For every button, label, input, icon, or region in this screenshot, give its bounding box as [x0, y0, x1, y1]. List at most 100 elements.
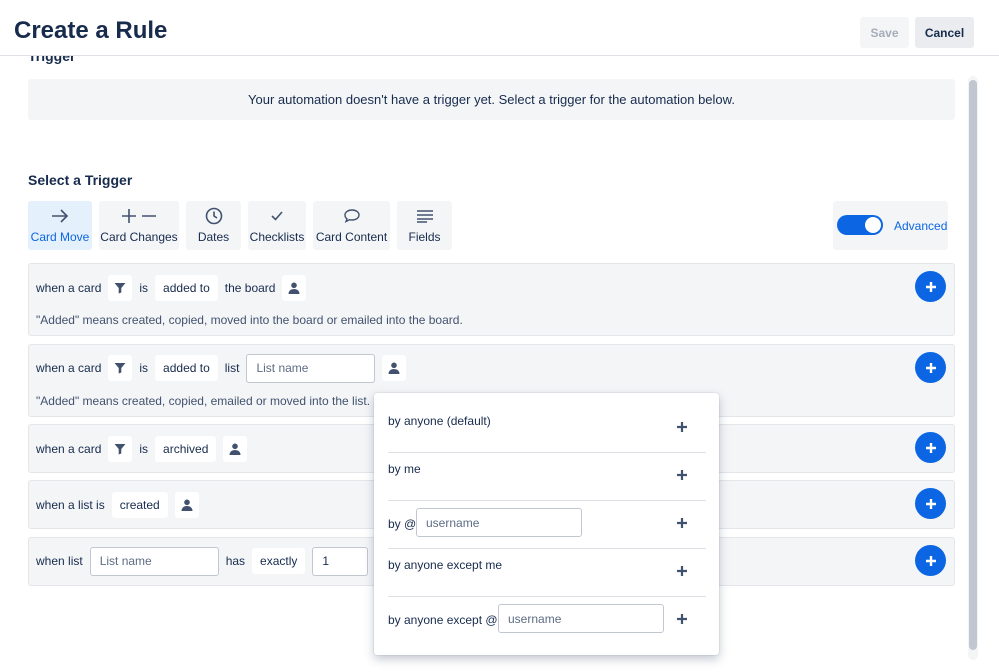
row-description: "Added" means created, copied, moved int… [36, 313, 463, 327]
tab-card-changes[interactable]: Card Changes [99, 201, 179, 250]
filter-icon [114, 283, 126, 294]
user-filter-button[interactable] [174, 492, 199, 518]
popover-option-me[interactable]: by me [388, 453, 706, 500]
row-text: list [224, 361, 240, 375]
filter-icon [114, 363, 126, 374]
action-select[interactable]: created [111, 492, 168, 518]
plus-icon [925, 498, 936, 509]
tab-fields[interactable]: Fields [397, 201, 452, 250]
row-text: has [225, 554, 246, 568]
filter-button[interactable] [108, 436, 133, 462]
add-trigger-button[interactable] [915, 271, 946, 302]
row-text: when a list is [36, 498, 105, 512]
tab-label: Fields [408, 230, 441, 244]
operator-select[interactable]: exactly [252, 548, 306, 574]
add-trigger-button[interactable] [915, 545, 946, 576]
user-filter-button[interactable] [223, 436, 248, 462]
rule-editor-content: Trigger Your automation doesn't have a t… [0, 56, 999, 672]
save-button[interactable]: Save [860, 17, 909, 48]
option-label: by @ [388, 517, 417, 531]
option-label: by anyone except me [388, 558, 503, 572]
trigger-notice: Your automation doesn't have a trigger y… [28, 79, 955, 120]
action-select[interactable]: added to [155, 355, 218, 381]
tab-label: Card Move [30, 230, 90, 244]
person-icon [388, 362, 400, 374]
app-window: Create a Rule Save Cancel Trigger Your a… [0, 0, 999, 672]
user-filter-popover: by anyone (default) by me by @ username … [374, 393, 719, 655]
option-label: by anyone (default) [388, 414, 491, 428]
row-controls: when a card is added to list List name [36, 353, 413, 383]
username-input[interactable]: username [416, 508, 582, 537]
checkmark-icon [270, 207, 284, 225]
tab-label: Checklists [249, 230, 305, 244]
action-select[interactable]: archived [155, 436, 217, 462]
add-trigger-button[interactable] [915, 488, 946, 519]
advanced-toggle-panel: Advanced [833, 201, 948, 250]
tab-checklists[interactable]: Checklists [248, 201, 306, 250]
row-text: is [139, 442, 149, 456]
count-input[interactable]: 1 [312, 546, 369, 576]
plus-icon[interactable] [676, 613, 688, 625]
person-icon [181, 499, 193, 511]
row-text: when list [36, 554, 83, 568]
header: Create a Rule Save Cancel [0, 0, 999, 56]
row-text: is [139, 281, 149, 295]
row-controls: when a list is created [36, 492, 206, 518]
list-name-input[interactable]: List name [246, 353, 376, 383]
cancel-button[interactable]: Cancel [915, 17, 974, 48]
plus-icon [925, 555, 936, 566]
tab-card-content[interactable]: Card Content [313, 201, 390, 250]
row-text: the board [224, 281, 276, 295]
plus-icon[interactable] [676, 421, 688, 433]
select-trigger-title: Select a Trigger [28, 172, 133, 188]
user-filter-button[interactable] [382, 355, 407, 381]
plus-icon[interactable] [676, 517, 688, 529]
add-trigger-button[interactable] [915, 352, 946, 383]
action-select[interactable]: added to [155, 275, 218, 301]
arrow-right-icon [51, 207, 69, 225]
row-controls: when a card is added to the board [36, 275, 313, 301]
row-controls: when a card is archived [36, 436, 254, 462]
page-title: Create a Rule [14, 17, 168, 44]
plus-icon[interactable] [676, 469, 688, 481]
popover-option-anyone-except-me[interactable]: by anyone except me [388, 549, 706, 596]
filter-button[interactable] [108, 355, 133, 381]
tab-label: Dates [197, 230, 230, 244]
row-text: when a card [36, 361, 102, 375]
add-trigger-button[interactable] [915, 432, 946, 463]
popover-option-anyone[interactable]: by anyone (default) [388, 393, 706, 452]
option-label: by anyone except @ [388, 613, 498, 627]
row-text: when a card [36, 442, 102, 456]
advanced-toggle[interactable] [837, 215, 883, 235]
scrollbar-thumb[interactable] [969, 80, 977, 650]
row-controls: when list List name has exactly 1 [36, 546, 375, 576]
row-text: is [139, 361, 149, 375]
tab-card-move[interactable]: Card Move [28, 201, 92, 250]
plus-icon[interactable] [676, 565, 688, 577]
person-icon [288, 282, 300, 294]
option-label: by me [388, 462, 421, 476]
scrollbar[interactable] [968, 76, 978, 660]
comment-icon [343, 207, 361, 225]
user-filter-button[interactable] [282, 275, 307, 301]
popover-option-anyone-except-user[interactable]: by anyone except @ username [388, 597, 706, 655]
advanced-label[interactable]: Advanced [894, 219, 947, 233]
lines-icon [416, 207, 434, 225]
trigger-row-card-added-board: when a card is added to the board "Added… [28, 263, 955, 336]
row-text: when a card [36, 281, 102, 295]
tab-label: Card Content [315, 230, 388, 244]
clock-icon [205, 207, 223, 225]
username-input[interactable]: username [498, 604, 664, 633]
toggle-knob [865, 217, 881, 233]
list-name-input[interactable]: List name [89, 546, 219, 576]
trigger-notice-text: Your automation doesn't have a trigger y… [248, 92, 735, 107]
person-icon [229, 443, 241, 455]
plus-icon [925, 362, 936, 373]
tab-label: Card Changes [100, 230, 178, 244]
row-description: "Added" means created, copied, emailed o… [36, 394, 371, 408]
tab-dates[interactable]: Dates [186, 201, 241, 250]
plus-icon [925, 281, 936, 292]
plus-minus-icon [120, 207, 158, 225]
filter-button[interactable] [108, 275, 133, 301]
popover-option-by-user[interactable]: by @ username [388, 501, 706, 548]
